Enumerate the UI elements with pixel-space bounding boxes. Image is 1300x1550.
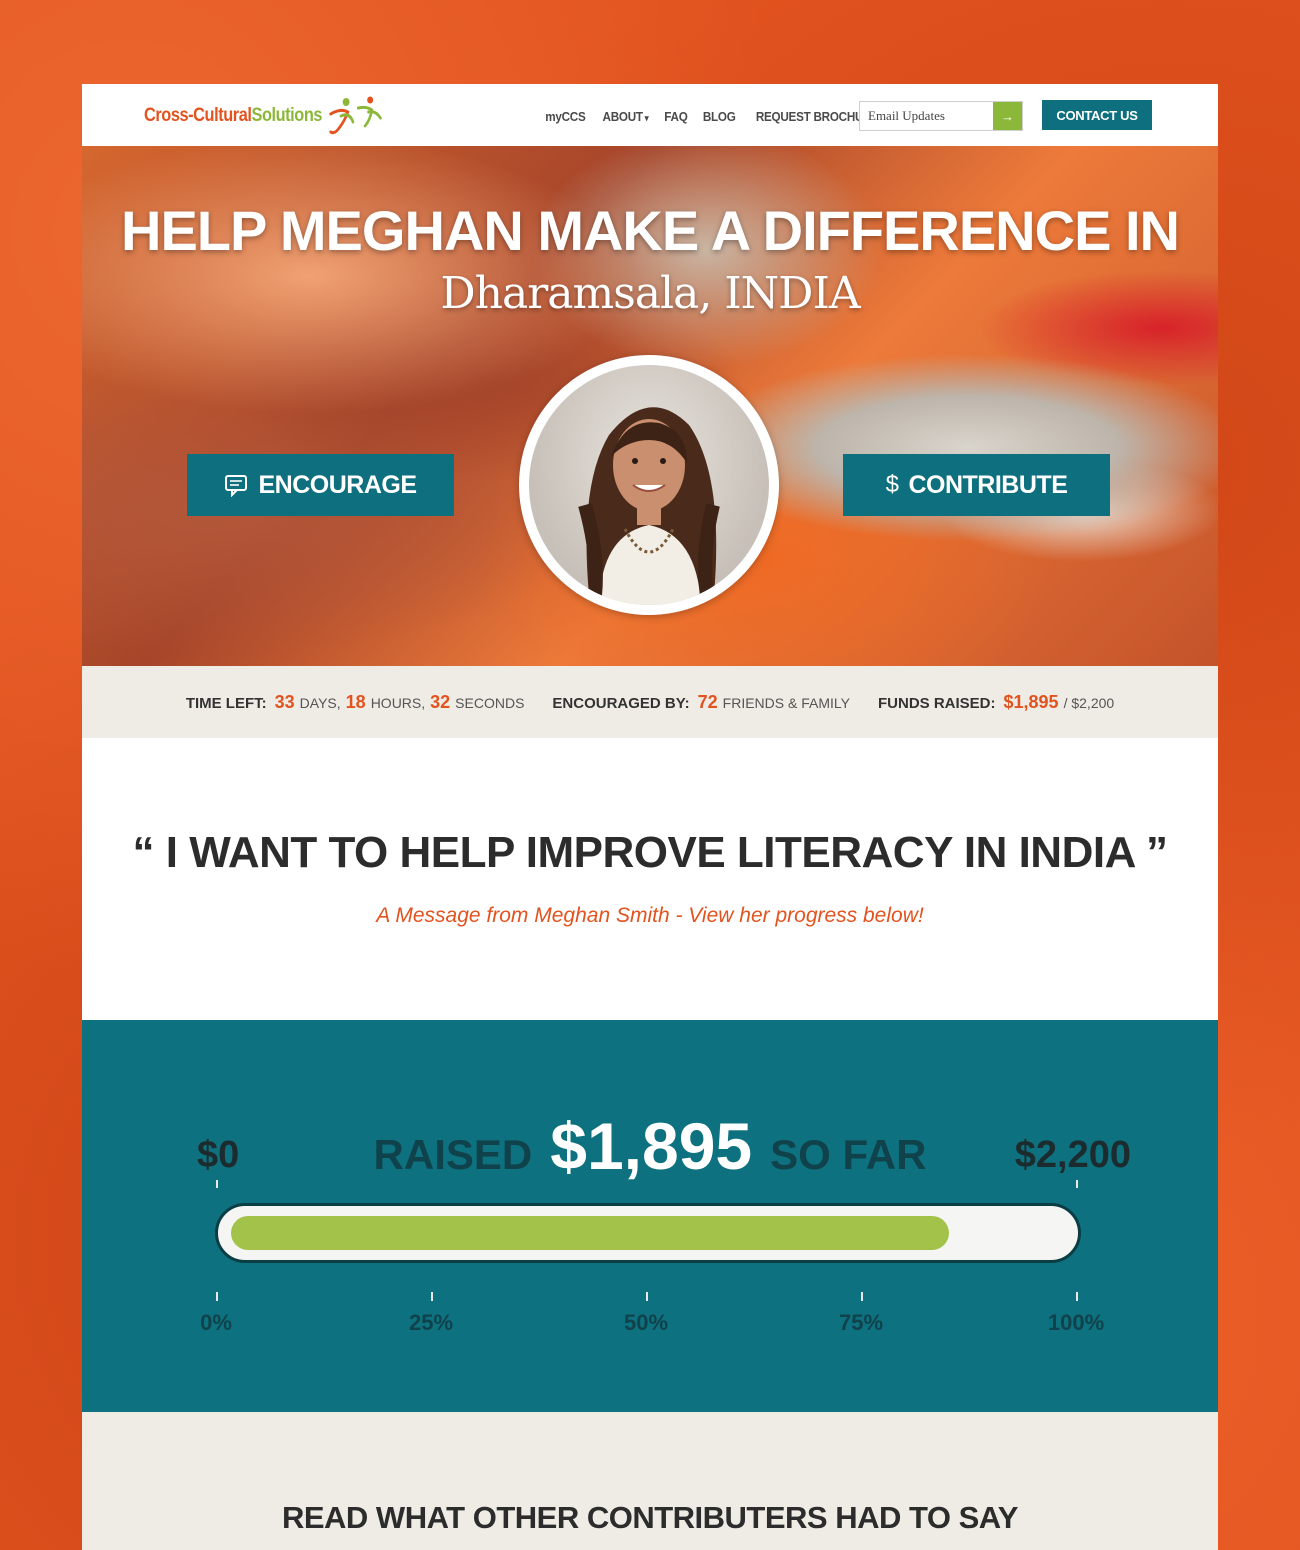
progress-max-label: $2,200 — [1014, 1134, 1131, 1176]
percent-label: 25% — [408, 1310, 454, 1335]
days-unit: DAYS, — [299, 694, 341, 711]
seconds-value: 32 — [430, 691, 451, 712]
nav-blog[interactable]: BLOG — [702, 109, 735, 124]
avatar — [529, 365, 769, 605]
personal-quote: “ I WANT TO HELP IMPROVE LITERACY IN IND… — [132, 828, 1168, 877]
email-signup: → — [859, 101, 1023, 131]
nav-myccs[interactable]: myCCS — [545, 109, 586, 124]
nav-about[interactable]: ABOUT ▾ — [602, 109, 648, 124]
contribute-button[interactable]: $ CONTRIBUTE — [843, 454, 1110, 516]
email-updates-input[interactable] — [860, 102, 993, 130]
tick-top-end — [1076, 1180, 1078, 1188]
testimonials-section: READ WHAT OTHER CONTRIBUTERS HAD TO SAY — [82, 1412, 1218, 1550]
testimonials-title: READ WHAT OTHER CONTRIBUTERS HAD TO SAY — [281, 1500, 1019, 1535]
contact-us-button[interactable]: CONTACT US — [1042, 100, 1152, 130]
percent-tick — [646, 1292, 648, 1301]
logo[interactable]: Cross-Cultural Solutions — [144, 94, 425, 138]
chat-bubble-icon — [224, 473, 248, 497]
logo-text-part1: Cross-Cultural — [144, 105, 252, 126]
percent-label: 50% — [623, 1310, 669, 1335]
hero-banner: HELP MEGHAN MAKE A DIFFERENCE IN Dharams… — [82, 146, 1218, 666]
time-left-stat: TIME LEFT: 33 DAYS, 18 HOURS, 32 SECONDS — [186, 692, 525, 713]
progress-fill — [231, 1216, 949, 1250]
nav-about-label: ABOUT — [602, 109, 643, 124]
dollar-icon: $ — [885, 471, 899, 498]
progress-track — [215, 1203, 1081, 1263]
time-left-label: TIME LEFT: — [185, 694, 267, 712]
site-header: Cross-Cultural Solutions myCCS ABOUT ▾ FA… — [82, 84, 1218, 146]
so-far-label: SO FAR — [770, 1131, 927, 1178]
raised-amount: $1,895 — [550, 1109, 753, 1183]
hero-location: Dharamsala, INDIA — [440, 268, 860, 319]
encourage-button[interactable]: ENCOURAGE — [187, 454, 454, 516]
progress-section: $0 RAISED $1,895 SO FAR $2,200 0% 25% 50% 7… — [82, 1020, 1218, 1412]
percent-tick — [1076, 1292, 1078, 1301]
percent-label: 0% — [200, 1310, 232, 1335]
funds-raised-value: $1,895 — [1003, 691, 1059, 712]
campaign-stats: TIME LEFT: 33 DAYS, 18 HOURS, 32 SECONDS… — [82, 666, 1218, 738]
nav-faq[interactable]: FAQ — [664, 109, 688, 124]
percent-tick — [431, 1292, 433, 1301]
percent-tick — [216, 1292, 218, 1301]
chevron-down-icon: ▾ — [644, 113, 649, 123]
encourage-label: ENCOURAGE — [258, 470, 417, 499]
hours-value: 18 — [345, 691, 366, 712]
encouraged-count: 72 — [697, 691, 718, 712]
main-nav: myCCS ABOUT ▾ FAQ BLOG REQUEST BROCHURE — [543, 109, 886, 124]
tick-top-start — [216, 1180, 218, 1188]
encouraged-unit: FRIENDS & FAMILY — [722, 694, 850, 711]
email-submit-button[interactable]: → — [993, 102, 1022, 130]
seconds-unit: SECONDS — [455, 694, 525, 711]
encouraged-label: ENCOURAGED BY: — [552, 694, 690, 712]
page: Cross-Cultural Solutions myCCS ABOUT ▾ FA… — [82, 84, 1218, 1550]
arrow-right-icon: → — [1001, 108, 1014, 124]
people-logo-icon — [329, 96, 382, 135]
percent-tick — [861, 1292, 863, 1301]
message-section: “ I WANT TO HELP IMPROVE LITERACY IN IND… — [82, 738, 1218, 1020]
funds-stat: FUNDS RAISED: $1,895 / $2,200 — [878, 692, 1114, 713]
percent-label: 75% — [838, 1310, 884, 1335]
profile-photo-frame — [519, 355, 779, 615]
funds-goal-value: / $2,200 — [1063, 694, 1115, 711]
percent-label: 100% — [1047, 1310, 1105, 1335]
contribute-label: CONTRIBUTE — [908, 470, 1068, 499]
raised-label: RAISED — [373, 1131, 533, 1178]
logo-text-part2: Solutions — [251, 105, 323, 126]
days-value: 33 — [274, 691, 295, 712]
funds-label: FUNDS RAISED: — [878, 694, 996, 712]
hero-title: HELP MEGHAN MAKE A DIFFERENCE IN — [121, 199, 1180, 262]
quote-byline[interactable]: A Message from Meghan Smith - View her p… — [82, 904, 1218, 928]
hours-unit: HOURS, — [370, 694, 426, 711]
encouraged-stat: ENCOURAGED BY: 72 FRIENDS & FAMILY — [552, 692, 850, 713]
